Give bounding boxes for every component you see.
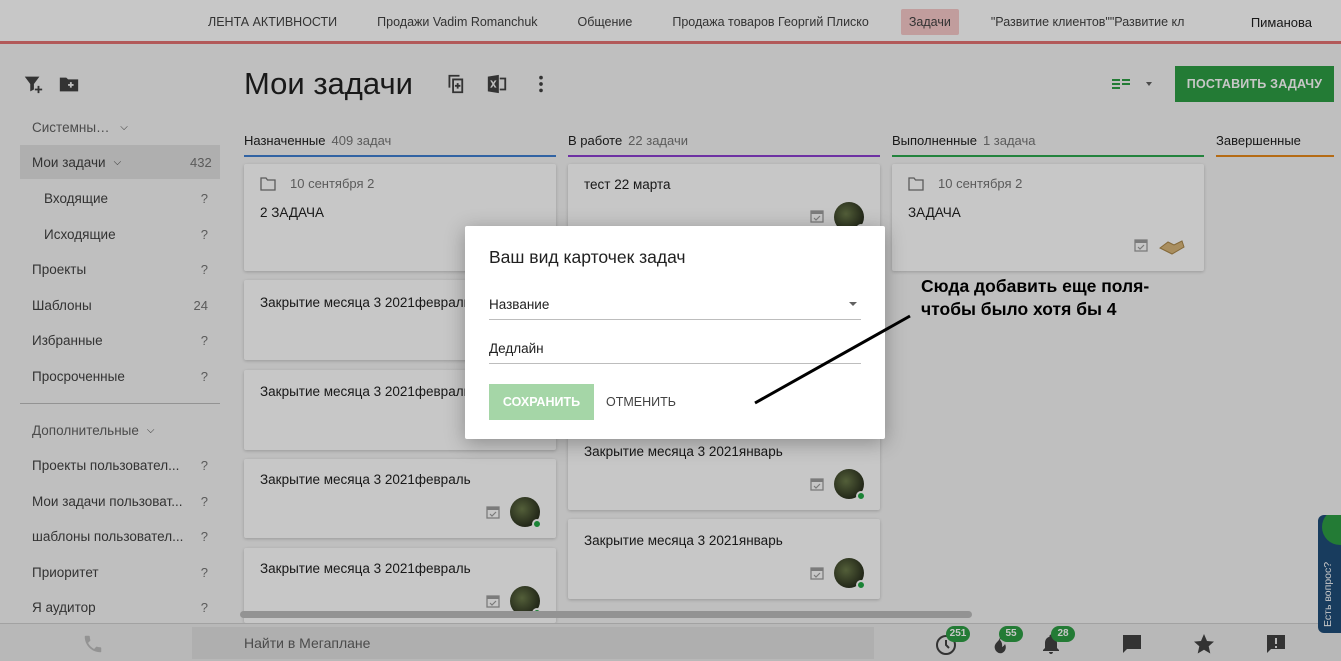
cancel-button[interactable]: ОТМЕНИТЬ [600,384,682,420]
annotation-line-2: чтобы было хотя бы 4 [921,299,1117,319]
dialog-title: Ваш вид карточек задач [489,247,686,267]
field-value: Название [489,297,550,312]
annotation-line-1: Сюда добавить еще поля- [921,276,1150,296]
dropdown-arrow-icon [849,302,857,306]
field-value: Дедлайн [489,341,544,356]
field-select-2[interactable]: Дедлайн [489,334,861,364]
annotation-note: Сюда добавить еще поля- чтобы было хотя … [921,275,1149,321]
card-view-dialog: Ваш вид карточек задач Название Дедлайн … [465,226,885,439]
save-button[interactable]: СОХРАНИТЬ [489,384,594,420]
field-select-1[interactable]: Название [489,290,861,320]
